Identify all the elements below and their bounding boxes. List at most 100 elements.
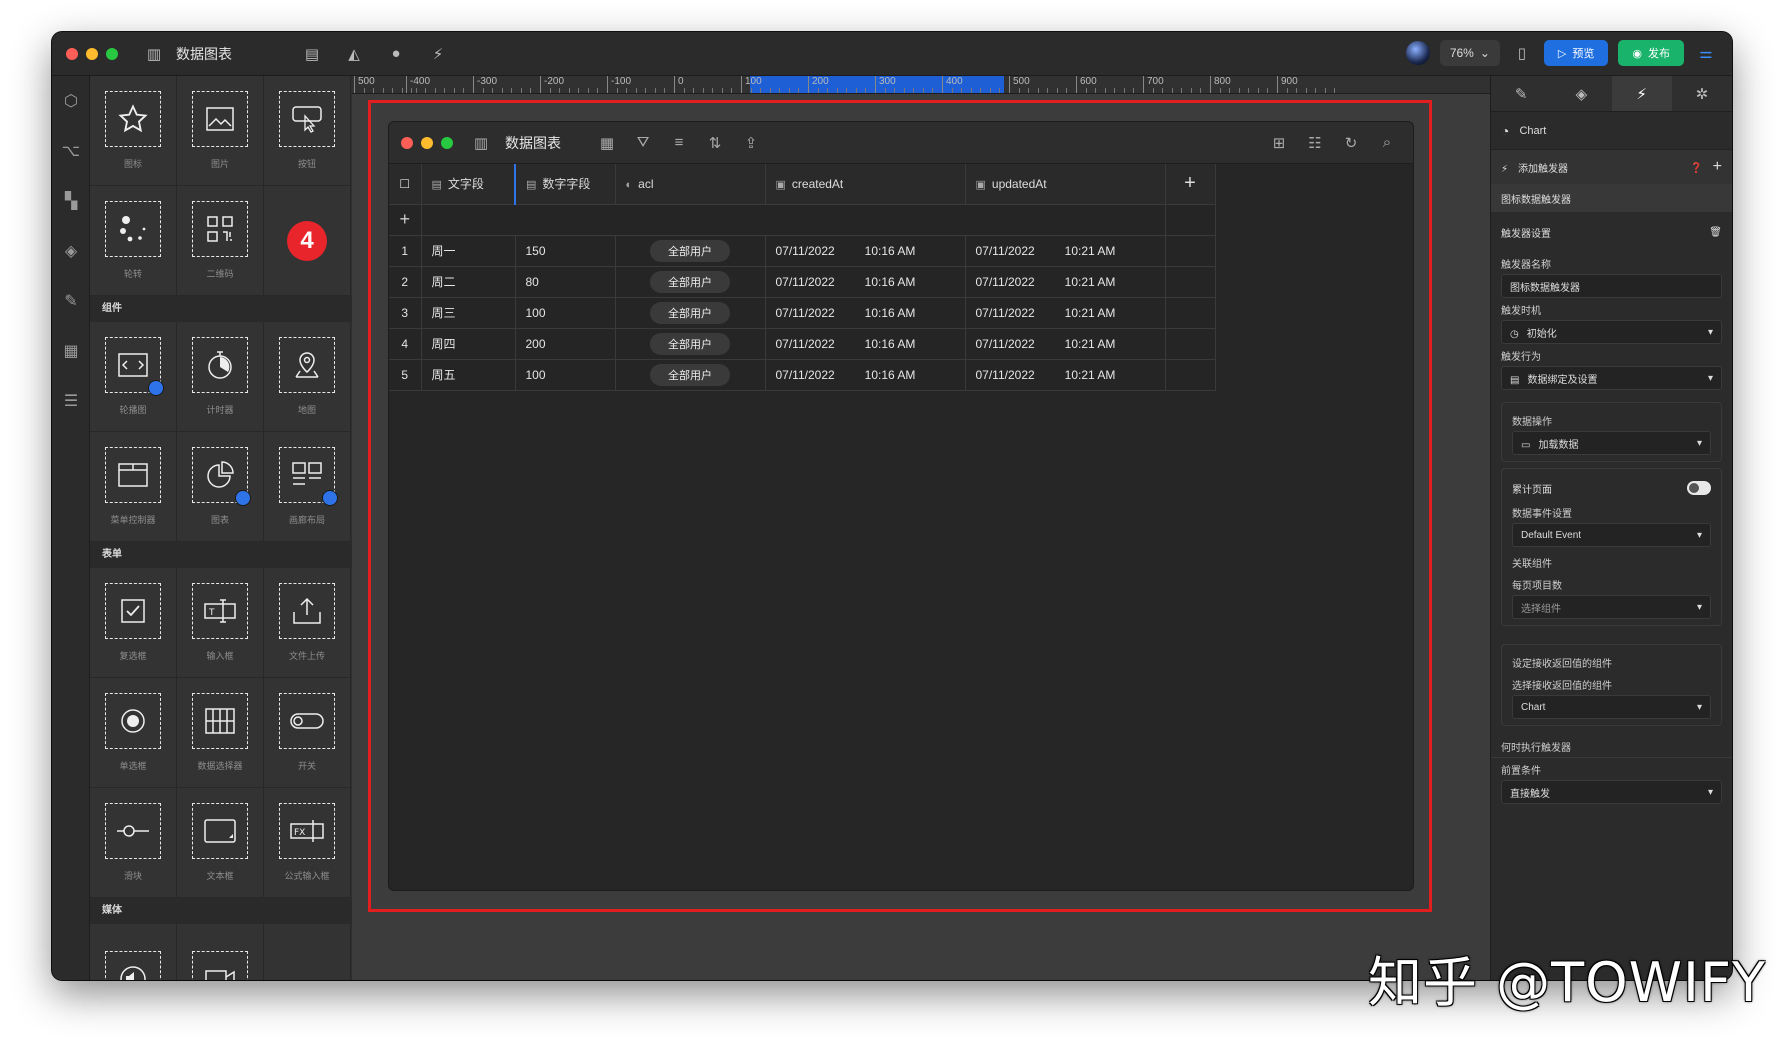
acl-cell[interactable]: 全部用户: [615, 359, 766, 391]
tab-data[interactable]: ◈: [1551, 76, 1611, 111]
add-trigger-row[interactable]: ⚡ 添加触发器 ❓ +: [1491, 150, 1732, 184]
cumulative-toggle[interactable]: [1687, 481, 1711, 495]
list-icon[interactable]: ☰: [52, 376, 90, 426]
grid-view-icon[interactable]: ⊞: [1265, 134, 1293, 152]
component-formula[interactable]: FX 公式输入框: [264, 788, 351, 898]
per-page-select[interactable]: 选择组件 ▾: [1512, 595, 1711, 619]
minimize-window-button[interactable]: [86, 47, 98, 60]
component-input[interactable]: T 输入框: [177, 568, 264, 678]
number-cell[interactable]: 80: [515, 266, 616, 298]
components-icon[interactable]: ●: [384, 42, 408, 66]
updated-cell[interactable]: 07/11/2022 10:21 AM: [965, 235, 1166, 267]
created-cell[interactable]: 07/11/2022 10:16 AM: [765, 328, 966, 360]
column-header[interactable]: ▣ updatedAt: [965, 164, 1166, 205]
component-image[interactable]: 图片: [177, 76, 264, 186]
acl-cell[interactable]: 全部用户: [615, 235, 766, 267]
maximize-window-button[interactable]: [106, 47, 118, 60]
trigger-name-input[interactable]: 图标数据触发器: [1501, 274, 1722, 298]
updated-cell[interactable]: 07/11/2022 10:21 AM: [965, 359, 1166, 391]
component-gallery[interactable]: 画廊布局: [264, 432, 351, 542]
panel-toggle-icon[interactable]: ▥: [467, 134, 495, 152]
number-cell[interactable]: 100: [515, 359, 616, 391]
preview-button[interactable]: ▷ 预览: [1543, 40, 1609, 66]
data-chart-window[interactable]: ▥ 数据图表 ▦ ⛛ ≡ ⇅ ⇪ ⊞ ☷ ↻ ⌕ ☐ ▤ 文字段 ▤ 数字字段 …: [388, 121, 1414, 891]
number-cell[interactable]: 200: [515, 328, 616, 360]
component-map[interactable]: 地图: [264, 322, 351, 432]
lightning-icon[interactable]: ⚡: [426, 42, 450, 66]
text-cell[interactable]: 周一: [421, 235, 516, 267]
table-settings-icon[interactable]: ▦: [593, 134, 621, 152]
data-icon[interactable]: ▦: [52, 326, 90, 376]
component-upload[interactable]: 文件上传: [264, 568, 351, 678]
sort-icon[interactable]: ⇅: [701, 134, 729, 152]
text-cell[interactable]: 周二: [421, 266, 516, 298]
add-row-button[interactable]: +: [389, 204, 422, 236]
trash-icon[interactable]: 🗑: [1709, 227, 1722, 238]
data-op-select[interactable]: ▭ 加载数据 ▾: [1512, 431, 1711, 455]
column-header[interactable]: ▤ 数字字段: [514, 164, 616, 205]
number-cell[interactable]: 150: [515, 235, 616, 267]
component-radio[interactable]: 单选框: [90, 678, 177, 788]
avatar[interactable]: [1405, 41, 1430, 65]
component-data-picker[interactable]: 数据选择器: [177, 678, 264, 788]
column-header[interactable]: ◐ acl: [615, 164, 766, 205]
component-spinner[interactable]: 轮转: [90, 186, 177, 296]
acl-cell[interactable]: 全部用户: [615, 266, 766, 298]
close-window-button[interactable]: [66, 47, 78, 60]
window-close-button[interactable]: [401, 136, 413, 149]
document-icon[interactable]: ▤: [300, 42, 324, 66]
plus-icon[interactable]: +: [1713, 158, 1722, 175]
component-button[interactable]: 按钮: [264, 76, 351, 186]
text-cell[interactable]: 周四: [421, 328, 516, 360]
table-row[interactable]: 1 周一 150 全部用户 07/11/2022 10:16 AM 07/11/2022 10…: [389, 235, 1216, 267]
tab-style[interactable]: ✎: [1491, 76, 1551, 111]
action-select[interactable]: ▤ 数据绑定及设置 ▾: [1501, 366, 1722, 390]
window-maximize-button[interactable]: [441, 136, 453, 149]
column-header[interactable]: ▣ createdAt: [765, 164, 966, 205]
select-all-checkbox[interactable]: ☐: [389, 164, 422, 205]
plugin-icon[interactable]: ✎: [52, 276, 90, 326]
column-header[interactable]: ▤ 文字段: [421, 164, 516, 205]
component-carousel[interactable]: 轮播图: [90, 322, 177, 432]
updated-cell[interactable]: 07/11/2022 10:21 AM: [965, 266, 1166, 298]
component-checkbox[interactable]: 复选框: [90, 568, 177, 678]
publish-button[interactable]: ◉ 发布: [1618, 40, 1684, 66]
timing-select[interactable]: ◷ 初始化 ▾: [1501, 320, 1722, 344]
created-cell[interactable]: 07/11/2022 10:16 AM: [765, 359, 966, 391]
shapes-icon[interactable]: ◭: [342, 42, 366, 66]
event-select[interactable]: Default Event ▾: [1512, 523, 1711, 547]
filter-icon[interactable]: ⛛: [629, 134, 657, 151]
component-qr[interactable]: 二维码: [177, 186, 264, 296]
design-canvas[interactable]: 500 -400 -300 -200 -100 0 100 200 300 400 500 600 70…: [352, 76, 1490, 980]
number-cell[interactable]: 100: [515, 297, 616, 329]
component-textarea[interactable]: 文本框: [177, 788, 264, 898]
component-video[interactable]: [177, 924, 264, 980]
pages-icon[interactable]: ▚: [52, 176, 90, 226]
trigger-item[interactable]: 图标数据触发器: [1491, 184, 1732, 212]
group-icon[interactable]: ≡: [665, 134, 693, 151]
table-row[interactable]: 2 周二 80 全部用户 07/11/2022 10:16 AM 07/11/2022 10:…: [389, 266, 1216, 298]
window-minimize-button[interactable]: [421, 136, 433, 149]
text-cell[interactable]: 周五: [421, 359, 516, 391]
search-icon[interactable]: ⌕: [1373, 134, 1401, 151]
component-switch[interactable]: 开关: [264, 678, 351, 788]
acl-cell[interactable]: 全部用户: [615, 328, 766, 360]
layers-icon[interactable]: ◈: [52, 226, 90, 276]
pre-condition-select[interactable]: 直接触发 ▾: [1501, 780, 1722, 804]
export-icon[interactable]: ⇪: [737, 134, 765, 152]
help-icon[interactable]: ❓: [1690, 163, 1702, 174]
updated-cell[interactable]: 07/11/2022 10:21 AM: [965, 328, 1166, 360]
component-slider[interactable]: 滑块: [90, 788, 177, 898]
updated-cell[interactable]: 07/11/2022 10:21 AM: [965, 297, 1166, 329]
add-column-button[interactable]: +: [1165, 164, 1216, 205]
created-cell[interactable]: 07/11/2022 10:16 AM: [765, 297, 966, 329]
component-audio[interactable]: [90, 924, 177, 980]
component-menu-controller[interactable]: 菜单控制器: [90, 432, 177, 542]
cube-icon[interactable]: ⬡: [52, 76, 90, 126]
fields-icon[interactable]: ☷: [1301, 134, 1329, 152]
component-icon-star[interactable]: 图标: [90, 76, 177, 186]
device-icon[interactable]: ▯: [1510, 41, 1534, 65]
table-row[interactable]: 4 周四 200 全部用户 07/11/2022 10:16 AM 07/11/2022 10…: [389, 328, 1216, 360]
zoom-select[interactable]: 76% ⌄: [1439, 40, 1500, 66]
component-timer[interactable]: 计时器: [177, 322, 264, 432]
